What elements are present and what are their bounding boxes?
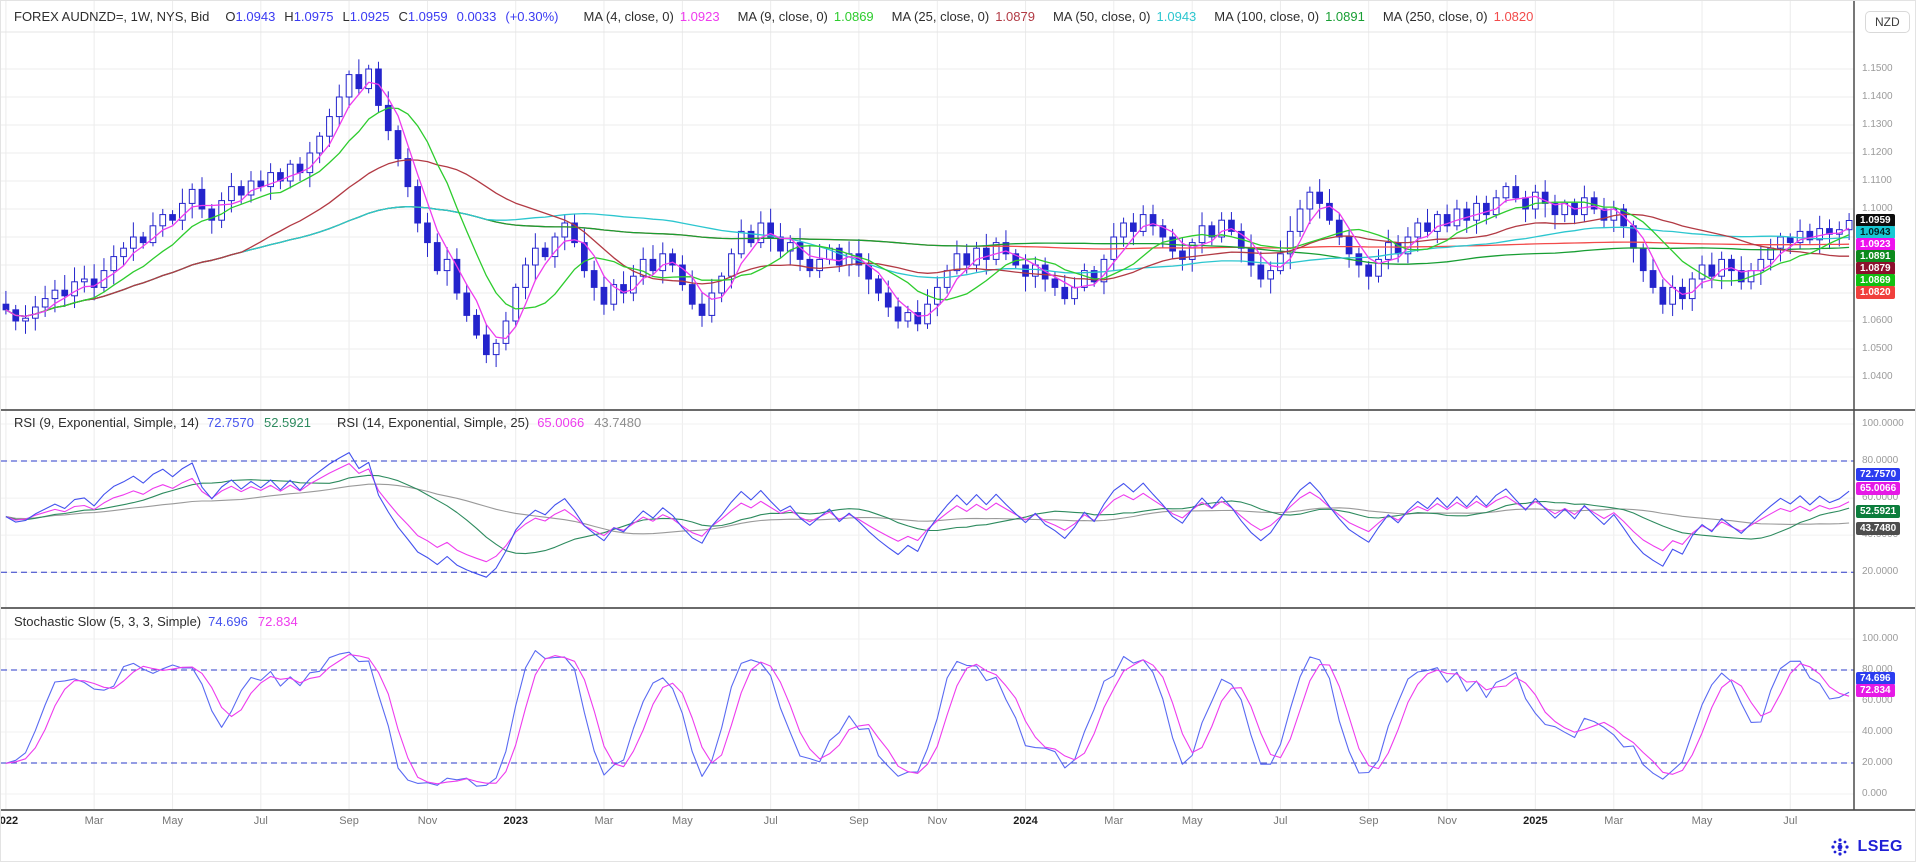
- stoch-indicator-label[interactable]: Stochastic Slow (5, 3, 3, Simple): [14, 614, 201, 629]
- date-axis-tick: May: [672, 815, 693, 827]
- date-axis-tick: May: [1692, 815, 1713, 827]
- date-axis-tick: Jul: [764, 815, 778, 827]
- rsi-indicator-value: 65.0066: [537, 415, 584, 430]
- stoch-value-badge: 72.834: [1856, 684, 1895, 697]
- stoch-axis-label: 40.000: [1862, 726, 1893, 737]
- date-axis-tick: Nov: [928, 815, 948, 827]
- quote-field-label: O: [225, 9, 235, 24]
- date-axis-tick: Jul: [1273, 815, 1287, 827]
- price-panel-header: FOREX AUDNZD=, 1W, NYS, Bid O1.0943H1.09…: [14, 9, 1551, 24]
- rsi-axis-label: 100.0000: [1862, 418, 1904, 429]
- ma-legend-value: 1.0869: [834, 9, 874, 24]
- quote-field-value: 1.0975: [294, 9, 334, 24]
- price-axis-label: 1.1400: [1862, 91, 1893, 102]
- quote-field-label: H: [284, 9, 293, 24]
- lseg-logo: LSEG: [1829, 836, 1903, 858]
- rsi-indicator-value: 72.7570: [207, 415, 254, 430]
- rsi-value-badge: 72.7570: [1856, 468, 1900, 481]
- stoch-axis-label: 20.000: [1862, 757, 1893, 768]
- price-axis-label: 1.1000: [1862, 203, 1893, 214]
- date-axis-tick: Nov: [418, 815, 438, 827]
- date-axis-tick: Sep: [339, 815, 359, 827]
- price-axis-label: 1.1100: [1862, 175, 1892, 186]
- lseg-logo-mark: [1829, 836, 1851, 858]
- stoch-value-badge: 74.696: [1856, 672, 1895, 685]
- quote-strip: O1.0943 H1.0975 L1.0925 C1.0959 0.0033 (+0.30…: [225, 9, 567, 24]
- date-axis-tick: Mar: [1104, 815, 1123, 827]
- rsi-value-badge: 65.0066: [1856, 482, 1900, 495]
- quote-field-value: 1.0943: [236, 9, 276, 24]
- date-axis-tick: Mar: [594, 815, 613, 827]
- ma-legend-value: 1.0923: [680, 9, 720, 24]
- stoch-indicator-value: 74.696: [208, 614, 248, 629]
- rsi-panel-header: RSI (9, Exponential, Simple, 14) 72.7570 5…: [14, 415, 667, 430]
- rsi-header-groups: RSI (9, Exponential, Simple, 14) 72.7570 5…: [14, 415, 667, 430]
- rsi-axis-label: 80.0000: [1862, 455, 1898, 466]
- price-value-badge: 1.0820: [1856, 286, 1895, 299]
- ma-legend-value: 1.0820: [1494, 9, 1534, 24]
- ma-legend-value: 1.0891: [1325, 9, 1365, 24]
- quote-field-value: 0.0033: [457, 9, 497, 24]
- ma-legend: MA (4, close, 0) 1.0923 MA (9, close, 0) 1.…: [584, 9, 1552, 24]
- quote-field-value: 1.0959: [408, 9, 448, 24]
- price-axis-label: 1.1500: [1862, 63, 1893, 74]
- stoch-values: 74.696 72.834: [208, 614, 308, 629]
- quote-field-value: 1.0925: [350, 9, 390, 24]
- lseg-logo-text: LSEG: [1857, 838, 1903, 856]
- date-axis-tick: 2022: [0, 815, 18, 827]
- stoch-indicator-value: 72.834: [258, 614, 298, 629]
- stoch-panel-header: Stochastic Slow (5, 3, 3, Simple) 74.696…: [14, 614, 308, 629]
- date-axis-tick: Nov: [1437, 815, 1457, 827]
- date-axis-tick: 2023: [503, 815, 527, 827]
- date-axis-tick: Mar: [1604, 815, 1623, 827]
- ma-legend-label[interactable]: MA (25, close, 0): [892, 9, 990, 24]
- rsi-value-badge: 43.7480: [1856, 522, 1900, 535]
- date-axis-tick: Sep: [1359, 815, 1379, 827]
- stoch-axis-label: 0.000: [1862, 788, 1887, 799]
- quote-field-value: (+0.30%): [505, 9, 558, 24]
- price-axis-label: 1.1300: [1862, 119, 1893, 130]
- rsi-indicator-value: 52.5921: [264, 415, 311, 430]
- rsi-indicator-label[interactable]: RSI (14, Exponential, Simple, 25): [337, 415, 529, 430]
- rsi-value-badge: 52.5921: [1856, 505, 1900, 518]
- price-axis-label: 1.0600: [1862, 315, 1893, 326]
- ma-legend-label[interactable]: MA (4, close, 0): [584, 9, 674, 24]
- ma-legend-label[interactable]: MA (50, close, 0): [1053, 9, 1151, 24]
- rsi-axis-label: 20.0000: [1862, 566, 1898, 577]
- ma-legend-value: 1.0943: [1157, 9, 1197, 24]
- price-axis-label: 1.0400: [1862, 371, 1893, 382]
- price-axis-label: 1.1200: [1862, 147, 1893, 158]
- ma-legend-label[interactable]: MA (9, close, 0): [738, 9, 828, 24]
- currency-axis-badge[interactable]: NZD: [1865, 11, 1910, 33]
- rsi-indicator-label[interactable]: RSI (9, Exponential, Simple, 14): [14, 415, 199, 430]
- ma-legend-label[interactable]: MA (250, close, 0): [1383, 9, 1488, 24]
- price-axis-label: 1.0500: [1862, 343, 1893, 354]
- date-axis-tick: 2024: [1013, 815, 1037, 827]
- date-axis-tick: May: [162, 815, 183, 827]
- stoch-axis-label: 100.000: [1862, 633, 1898, 644]
- ma-legend-value: 1.0879: [995, 9, 1035, 24]
- rsi-indicator-value: 43.7480: [594, 415, 641, 430]
- date-axis-tick: May: [1182, 815, 1203, 827]
- ma-legend-label[interactable]: MA (100, close, 0): [1214, 9, 1319, 24]
- date-axis-tick: Jul: [254, 815, 268, 827]
- quote-field-label: L: [342, 9, 349, 24]
- quote-field-label: C: [398, 9, 407, 24]
- date-axis-tick: Mar: [85, 815, 104, 827]
- date-axis-tick: 2025: [1523, 815, 1547, 827]
- symbol-title: FOREX AUDNZD=, 1W, NYS, Bid: [14, 9, 209, 24]
- date-axis-tick: Jul: [1783, 815, 1797, 827]
- chart-window: FOREX AUDNZD=, 1W, NYS, Bid O1.0943H1.09…: [0, 0, 1916, 862]
- chart-canvas[interactable]: [1, 1, 1916, 862]
- date-axis-tick: Sep: [849, 815, 869, 827]
